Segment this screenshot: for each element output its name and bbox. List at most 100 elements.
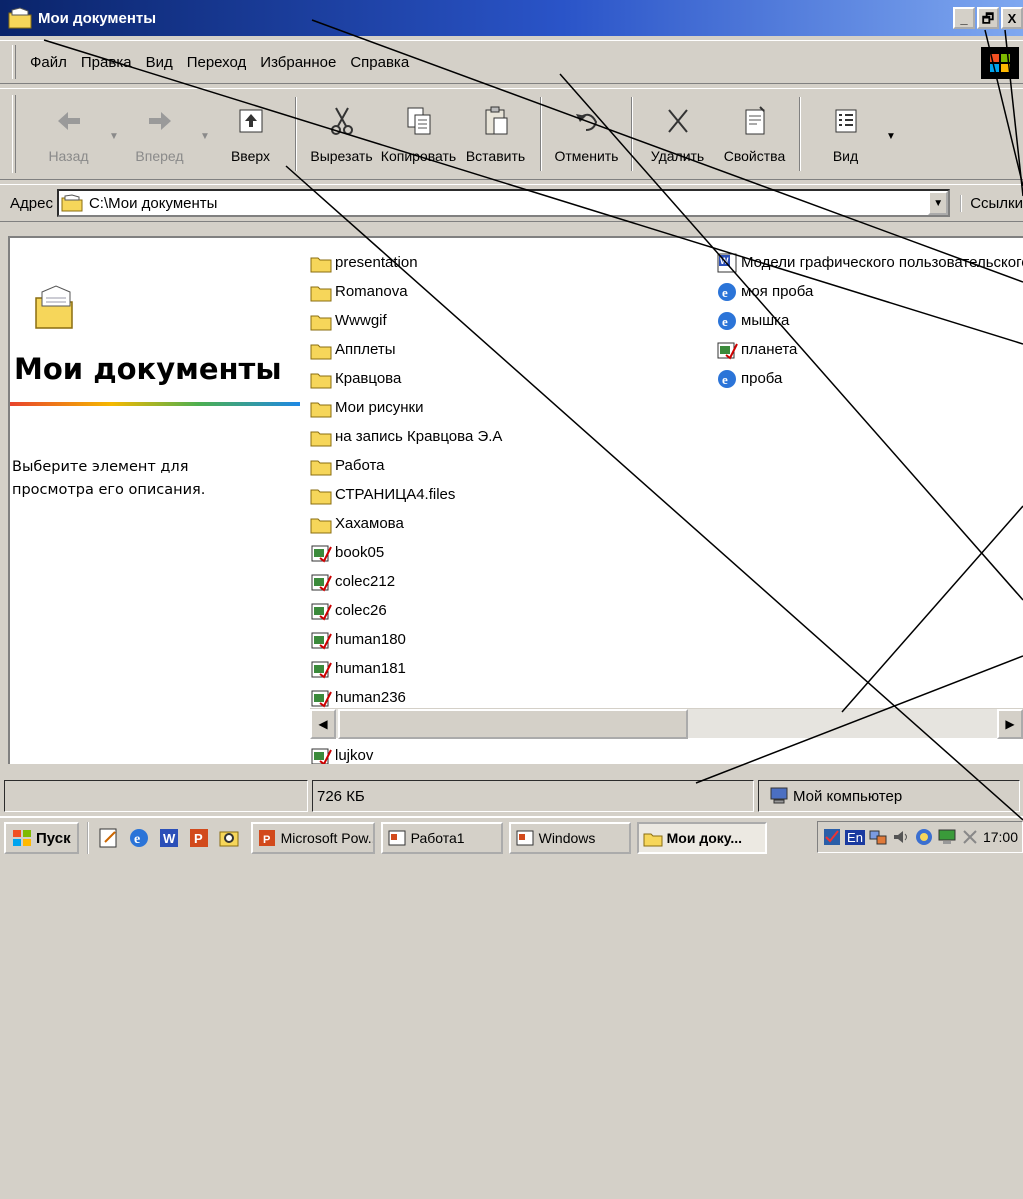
file-item[interactable]: W Модели графического пользовательского bbox=[716, 248, 1023, 277]
file-item[interactable]: Работа bbox=[310, 451, 713, 480]
file-item[interactable]: Хахамова bbox=[310, 509, 713, 538]
menu-help[interactable]: Справка bbox=[350, 54, 409, 71]
file-item[interactable]: планета bbox=[716, 335, 1023, 364]
scroll-left-arrow-icon[interactable]: ◀ bbox=[310, 709, 336, 739]
app-icon bbox=[311, 603, 332, 621]
file-item[interactable]: Wwwgif bbox=[310, 306, 713, 335]
back-dropdown-icon[interactable]: ▼ bbox=[107, 89, 121, 179]
menu-favorites[interactable]: Избранное bbox=[260, 54, 336, 71]
file-name: book05 bbox=[335, 544, 385, 561]
file-item[interactable]: e моя проба bbox=[716, 277, 1023, 306]
file-item[interactable]: human180 bbox=[310, 625, 713, 654]
file-item[interactable]: e проба bbox=[716, 364, 1023, 393]
forward-button[interactable]: Вперед bbox=[121, 89, 198, 179]
internet-explorer-icon[interactable]: e bbox=[127, 826, 151, 850]
toolbar-separator bbox=[631, 97, 633, 171]
file-name: Модели графического пользовательского bbox=[741, 254, 1023, 271]
menu-go[interactable]: Переход bbox=[187, 54, 247, 71]
menu-grip[interactable] bbox=[12, 45, 16, 79]
folder-icon bbox=[8, 7, 32, 29]
up-button[interactable]: Вверх bbox=[212, 89, 289, 179]
scheduler-tray-icon[interactable] bbox=[914, 827, 934, 847]
display-tray-icon[interactable] bbox=[937, 827, 957, 847]
address-input[interactable]: C:\Мои документы ▼ bbox=[56, 189, 951, 217]
task-windows[interactable]: Windows bbox=[508, 822, 631, 854]
language-indicator[interactable]: En bbox=[845, 829, 865, 845]
antivirus-tray-icon[interactable] bbox=[822, 827, 842, 847]
task-powerpoint[interactable]: P Microsoft Pow... bbox=[250, 822, 375, 854]
file-item[interactable]: Кравцова bbox=[310, 364, 713, 393]
network-tray-icon[interactable] bbox=[868, 827, 888, 847]
file-item[interactable]: e мышка bbox=[716, 306, 1023, 335]
app-icon bbox=[311, 690, 332, 708]
minimize-button[interactable]: _ bbox=[953, 7, 975, 29]
file-name: Кравцова bbox=[335, 370, 402, 387]
file-item[interactable]: Мои рисунки bbox=[310, 393, 713, 422]
file-item[interactable]: book05 bbox=[310, 538, 713, 567]
links-button[interactable]: Ссылки bbox=[960, 194, 1023, 212]
close-button[interactable]: X bbox=[1001, 7, 1023, 29]
app-icon bbox=[311, 574, 332, 592]
file-item[interactable]: на запись Кравцова Э.А bbox=[310, 422, 713, 451]
toolbar-grip[interactable] bbox=[12, 95, 16, 173]
word-icon[interactable]: W bbox=[157, 826, 181, 850]
volume-icon[interactable] bbox=[891, 827, 911, 847]
search-icon[interactable] bbox=[217, 826, 241, 850]
quick-launch: e W P bbox=[86, 822, 241, 854]
title-bar[interactable]: Мои документы _ 🗗 X bbox=[0, 0, 1023, 36]
view-dropdown-icon[interactable]: ▼ bbox=[884, 89, 898, 179]
powerpoint-icon[interactable]: P bbox=[187, 826, 211, 850]
presentation-icon bbox=[388, 830, 406, 846]
word-icon: W bbox=[717, 253, 737, 272]
up-label: Вверх bbox=[230, 148, 271, 164]
copy-button[interactable]: Копировать bbox=[380, 89, 457, 179]
delete-button[interactable]: Удалить bbox=[639, 89, 716, 179]
file-item[interactable]: Romanova bbox=[310, 277, 713, 306]
file-item[interactable]: human181 bbox=[310, 654, 713, 683]
file-item[interactable]: colec212 bbox=[310, 567, 713, 596]
restore-button[interactable]: 🗗 bbox=[977, 7, 999, 29]
forward-label: Вперед bbox=[135, 148, 184, 164]
view-button[interactable]: Вид bbox=[807, 89, 884, 179]
file-name: моя проба bbox=[741, 283, 814, 300]
file-name: human180 bbox=[335, 631, 406, 648]
copy-icon bbox=[407, 107, 430, 135]
notepad-icon[interactable] bbox=[97, 826, 121, 850]
file-item[interactable]: colec26 bbox=[310, 596, 713, 625]
address-bar: Адрес C:\Мои документы ▼ Ссылки bbox=[0, 184, 1023, 222]
file-item[interactable]: presentation bbox=[310, 248, 713, 277]
powerpoint-icon: P bbox=[258, 830, 275, 846]
scroll-thumb[interactable] bbox=[338, 709, 688, 739]
svg-text:e: e bbox=[722, 372, 728, 387]
cut-button[interactable]: Вырезать bbox=[303, 89, 380, 179]
task-my-documents[interactable]: Мои доку... bbox=[636, 822, 767, 854]
status-location-label: Мой компьютер bbox=[793, 787, 903, 805]
properties-button[interactable]: Свойства bbox=[716, 89, 793, 179]
undo-button[interactable]: Отменить bbox=[548, 89, 625, 179]
horizontal-scrollbar[interactable]: ◀ ▶ bbox=[310, 708, 1023, 739]
task-tray-icon[interactable] bbox=[960, 827, 980, 847]
ie-icon: e bbox=[718, 282, 736, 301]
view-list-icon bbox=[835, 109, 856, 133]
back-button[interactable]: Назад bbox=[30, 89, 107, 179]
forward-dropdown-icon[interactable]: ▼ bbox=[198, 89, 212, 179]
app-icon bbox=[311, 545, 332, 563]
paste-button[interactable]: Вставить bbox=[457, 89, 534, 179]
address-dropdown-button[interactable]: ▼ bbox=[928, 191, 949, 215]
status-pane-empty bbox=[4, 780, 308, 812]
task-label: Windows bbox=[538, 830, 596, 846]
folder-icon bbox=[310, 460, 332, 475]
file-item[interactable]: СТРАНИЦА4.files bbox=[310, 480, 713, 509]
scroll-right-arrow-icon[interactable]: ▶ bbox=[997, 709, 1023, 739]
menu-edit[interactable]: Правка bbox=[81, 54, 132, 71]
file-item[interactable]: Апплеты bbox=[310, 335, 713, 364]
clock: 17:00 bbox=[982, 829, 1018, 845]
task-rabota1[interactable]: Работа1 bbox=[380, 822, 503, 854]
status-bar: 726 КБ Мой компьютер bbox=[0, 778, 1023, 814]
file-name: Romanova bbox=[335, 283, 408, 300]
menu-file[interactable]: Файл bbox=[30, 54, 67, 71]
menu-view[interactable]: Вид bbox=[146, 54, 173, 71]
start-button[interactable]: Пуск bbox=[4, 822, 79, 854]
file-name: Работа bbox=[335, 457, 385, 474]
file-item[interactable]: lujkov bbox=[310, 741, 713, 764]
